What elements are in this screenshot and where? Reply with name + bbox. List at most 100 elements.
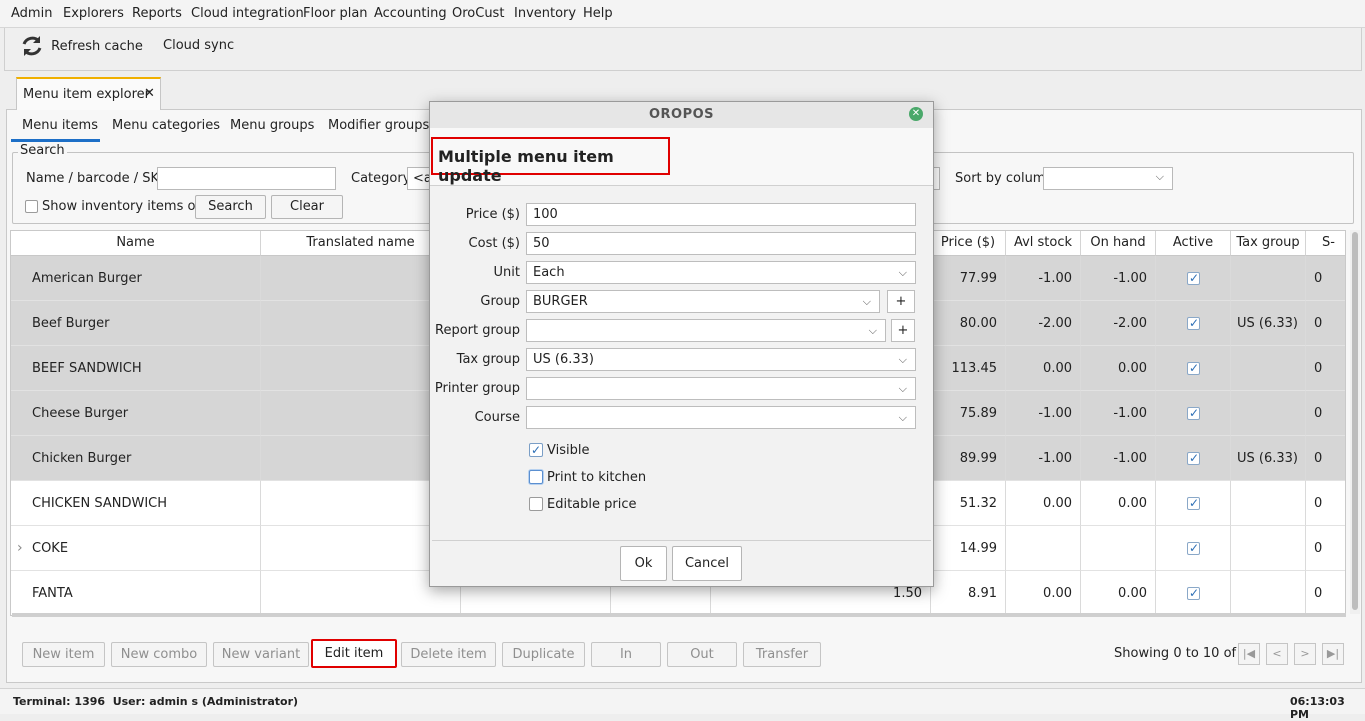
- delete-item-button[interactable]: Delete item: [401, 642, 496, 667]
- cell-active: [1156, 346, 1231, 391]
- tab-menu-item-explorer[interactable]: Menu item explorer ✕: [16, 77, 161, 110]
- close-icon[interactable]: ✕: [144, 86, 155, 101]
- column-header-s-or[interactable]: S-or: [1306, 231, 1345, 274]
- editable-price-label: Editable price: [547, 497, 637, 512]
- column-header-active[interactable]: Active: [1156, 231, 1231, 256]
- chevron-down-icon: ⌵: [1155, 170, 1164, 183]
- transfer-button[interactable]: Transfer: [743, 642, 821, 667]
- subtab-menu-items[interactable]: Menu items: [22, 118, 98, 133]
- edit-item-button[interactable]: Edit item: [311, 639, 397, 668]
- add-group-button[interactable]: +: [887, 290, 915, 313]
- cell-onhand: -2.00: [1081, 301, 1156, 346]
- active-checkbox[interactable]: [1187, 539, 1200, 557]
- dialog-close-icon[interactable]: ✕: [909, 107, 923, 121]
- new-variant-button[interactable]: New variant: [213, 642, 309, 667]
- report-group-label: Report group: [435, 323, 520, 338]
- menu-accounting[interactable]: Accounting: [374, 6, 447, 21]
- vertical-scrollbar-thumb[interactable]: [1352, 232, 1358, 610]
- cell-avl: -1.00: [1006, 256, 1081, 301]
- column-header-name[interactable]: Name: [11, 231, 261, 256]
- subtab-menu-groups[interactable]: Menu groups: [230, 118, 314, 133]
- editable-price-checkbox[interactable]: [529, 497, 543, 511]
- active-checkbox[interactable]: [1187, 584, 1200, 602]
- new-item-button[interactable]: New item: [22, 642, 105, 667]
- group-value: BURGER: [533, 294, 588, 309]
- add-report-group-button[interactable]: +: [891, 319, 915, 342]
- cell-onhand: [1081, 526, 1156, 571]
- menu-help[interactable]: Help: [583, 6, 613, 21]
- column-header-on-hand[interactable]: On hand: [1081, 231, 1156, 256]
- name-search-input[interactable]: [157, 167, 336, 190]
- cell-active: [1156, 526, 1231, 571]
- unit-value: Each: [533, 265, 565, 280]
- active-checkbox[interactable]: [1187, 269, 1200, 287]
- new-combo-button[interactable]: New combo: [111, 642, 207, 667]
- refresh-cache-button[interactable]: Refresh cache: [19, 33, 143, 59]
- cell-tax: [1231, 526, 1306, 571]
- item-name: Chicken Burger: [32, 451, 132, 466]
- item-name: CHICKEN SANDWICH: [32, 496, 168, 511]
- cost-label: Cost ($): [468, 236, 520, 251]
- expand-chevron-icon[interactable]: ›: [17, 526, 23, 570]
- group-select[interactable]: BURGER ⌵: [526, 290, 880, 313]
- duplicate-button[interactable]: Duplicate: [502, 642, 585, 667]
- active-checkbox[interactable]: [1187, 359, 1200, 377]
- chevron-down-icon: ⌵: [898, 411, 907, 424]
- sort-by-select[interactable]: ⌵: [1043, 167, 1173, 190]
- menu-admin[interactable]: Admin: [11, 6, 52, 21]
- search-button[interactable]: Search: [195, 195, 266, 219]
- tax-group-label: Tax group: [456, 352, 520, 367]
- active-checkbox[interactable]: [1187, 449, 1200, 467]
- active-checkbox[interactable]: [1187, 494, 1200, 512]
- cell-price: 77.99: [931, 256, 1006, 301]
- cost-input[interactable]: 50: [526, 232, 916, 255]
- cell-price: 89.99: [931, 436, 1006, 481]
- column-header-tax-group[interactable]: Tax group: [1231, 231, 1306, 256]
- report-group-select[interactable]: ⌵: [526, 319, 886, 342]
- menu-explorers[interactable]: Explorers: [63, 6, 124, 21]
- active-checkbox[interactable]: [1187, 314, 1200, 332]
- subtab-menu-categories[interactable]: Menu categories: [112, 118, 220, 133]
- next-page-icon[interactable]: >: [1294, 643, 1316, 665]
- cell-name: Cheese Burger: [11, 391, 261, 436]
- price-input[interactable]: 100: [526, 203, 916, 226]
- cell-tax: [1231, 391, 1306, 436]
- menu-cloud-integration[interactable]: Cloud integration: [191, 6, 304, 21]
- active-checkbox[interactable]: [1187, 404, 1200, 422]
- cell-active: [1156, 301, 1231, 346]
- column-header-avl-stock[interactable]: Avl stock: [1006, 231, 1081, 256]
- cell-name: CHICKEN SANDWICH: [11, 481, 261, 526]
- menu-orocust[interactable]: OroCust: [452, 6, 504, 21]
- visible-checkbox[interactable]: [529, 441, 543, 459]
- unit-select[interactable]: Each ⌵: [526, 261, 916, 284]
- ok-button[interactable]: Ok: [620, 546, 667, 581]
- last-page-icon[interactable]: ▶|: [1322, 643, 1344, 665]
- out-button[interactable]: Out: [667, 642, 737, 667]
- cell-active: [1156, 571, 1231, 615]
- cell-name: › COKE: [11, 526, 261, 571]
- cloud-sync-button[interactable]: Cloud sync: [163, 38, 234, 53]
- chevron-down-icon: ⌵: [862, 295, 871, 308]
- column-header-price[interactable]: Price ($): [931, 231, 1006, 256]
- first-page-icon[interactable]: |◀: [1238, 643, 1260, 665]
- in-button[interactable]: In: [591, 642, 661, 667]
- horizontal-scrollbar[interactable]: [12, 613, 1346, 617]
- printer-group-select[interactable]: ⌵: [526, 377, 916, 400]
- subtab-modifier-groups[interactable]: Modifier groups: [328, 118, 429, 133]
- chevron-down-icon: ⌵: [898, 382, 907, 395]
- menu-bar: Admin Explorers Reports Cloud integratio…: [0, 0, 1365, 28]
- cancel-button[interactable]: Cancel: [672, 546, 742, 581]
- course-select[interactable]: ⌵: [526, 406, 916, 429]
- cell-sor: 0: [1306, 391, 1345, 436]
- tax-group-select[interactable]: US (6.33) ⌵: [526, 348, 916, 371]
- show-inventory-checkbox[interactable]: [25, 200, 38, 213]
- cell-price: 80.00: [931, 301, 1006, 346]
- clear-button[interactable]: Clear: [271, 195, 343, 219]
- prev-page-icon[interactable]: <: [1266, 643, 1288, 665]
- terminal-user-status: Terminal: 1396 User: admin s (Administra…: [13, 695, 299, 708]
- menu-floor-plan[interactable]: Floor plan: [303, 6, 368, 21]
- menu-inventory[interactable]: Inventory: [514, 6, 576, 21]
- menu-reports[interactable]: Reports: [132, 6, 182, 21]
- print-to-kitchen-checkbox[interactable]: [529, 470, 543, 484]
- cell-price: 75.89: [931, 391, 1006, 436]
